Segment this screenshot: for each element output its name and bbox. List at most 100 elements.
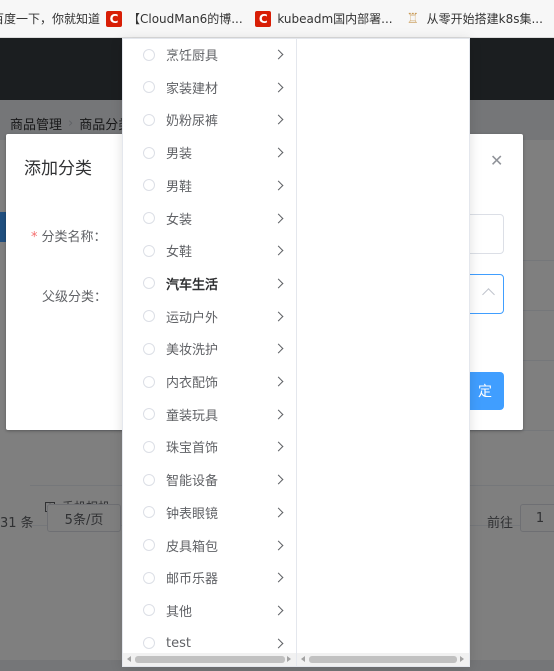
bookmark-baidu[interactable]: 百度一下，你就知道 [0,0,100,37]
chevron-right-icon [273,114,284,125]
cascader-menu-level-2 [297,39,469,666]
radio-icon[interactable] [143,375,155,388]
cascader-option-label: 女装 [166,212,193,228]
chevron-right-icon [273,180,284,191]
cascader-option-label: 女鞋 [166,245,193,261]
cascader-dropdown: 烹饪厨具家装建材奶粉尿裤男装男鞋女装女鞋汽车生活运动户外美妆洗护内衣配饰童装玩具… [122,38,470,667]
required-asterisk: * [31,230,38,245]
radio-icon[interactable] [143,637,155,650]
cascader-option[interactable]: 邮币乐器 [123,561,296,594]
chevron-right-icon [273,343,284,354]
cascader-option[interactable]: 女装 [123,202,296,235]
cascader-option-label: 奶粉尿裤 [166,114,219,130]
chevron-right-icon [273,49,284,60]
scrollbar-thumb[interactable] [309,656,457,663]
chevron-right-icon [273,540,284,550]
chevron-right-icon [273,82,284,93]
cascader-option-label: 珠宝首饰 [166,441,219,457]
scroll-left-icon[interactable] [301,656,305,662]
radio-icon[interactable] [143,440,155,453]
radio-icon[interactable] [143,310,155,323]
cascader-option[interactable]: 男装 [123,136,296,169]
cascader-option[interactable]: 美妆洗护 [123,332,296,365]
dialog-title: 添加分类 [24,159,92,179]
cascader-option-label: test [166,635,191,651]
cascader-option-label: 汽车生活 [166,277,219,293]
radio-icon[interactable] [143,277,155,290]
cascader-option-label: 其他 [166,604,193,620]
cascader-option[interactable]: 珠宝首饰 [123,430,296,463]
cascader-option-label: 智能设备 [166,474,219,490]
radio-icon[interactable] [143,571,155,584]
parent-category-label: 父级分类： [42,290,108,305]
chevron-right-icon [273,507,284,518]
cascader-menu-level-1: 烹饪厨具家装建材奶粉尿裤男装男鞋女装女鞋汽车生活运动户外美妆洗护内衣配饰童装玩具… [123,39,297,666]
cascader-option[interactable]: 智能设备 [123,463,296,496]
radio-icon[interactable] [143,473,155,486]
radio-icon[interactable] [143,48,155,61]
category-name-label: * 分类名称： [31,226,107,245]
radio-icon[interactable] [143,212,155,224]
cascader-option[interactable]: 其他 [123,594,296,627]
bookmark-label: 从零开始搭建k8s集... [426,12,543,26]
bookmark-label: 【CloudMan6的博... [128,12,243,26]
cascader-option[interactable]: 烹饪厨具 [123,39,296,71]
radio-icon[interactable] [143,539,155,551]
radio-icon[interactable] [143,342,155,355]
cascader-option[interactable]: 男鞋 [123,169,296,202]
cascader-option-label: 烹饪厨具 [166,49,219,64]
cascader-option[interactable]: 钟表眼镜 [123,496,296,529]
radio-icon[interactable] [143,244,155,257]
cascader-option[interactable]: 奶粉尿裤 [123,103,296,136]
radio-icon[interactable] [143,113,155,126]
site-logo-icon: ♖ [406,10,419,27]
csdn-icon: C [255,10,272,27]
cascader-option[interactable]: 女鞋 [123,234,296,267]
radio-icon[interactable] [143,506,155,519]
radio-icon[interactable] [143,408,155,421]
bookmark-cloudman[interactable]: C 【CloudMan6的博... [106,0,255,37]
chevron-up-icon [482,288,495,301]
cascader-option-label: 童装玩具 [166,408,219,424]
scroll-right-icon[interactable] [460,656,464,662]
label-text: 分类名称： [41,230,107,245]
cascader-option-label: 钟表眼镜 [166,506,219,522]
radio-icon[interactable] [143,81,155,94]
chevron-right-icon [273,376,284,387]
cascader-option[interactable]: 内衣配饰 [123,365,296,398]
cascader-option[interactable]: 运动户外 [123,300,296,333]
bookmark-k8s[interactable]: ♖ 从零开始搭建k8s集... [405,0,554,37]
cascader-option-label: 皮具箱包 [166,539,219,555]
radio-icon[interactable] [143,146,155,159]
chevron-right-icon [273,474,284,485]
radio-icon[interactable] [143,604,155,617]
cascader-option[interactable]: 童装玩具 [123,398,296,431]
chevron-right-icon [273,605,284,616]
chevron-right-icon [273,441,284,452]
scroll-left-icon[interactable] [127,656,131,662]
chevron-right-icon [273,572,284,583]
bookmark-kubeadm[interactable]: C kubeadm国内部署... [255,0,404,37]
cascader-option-label: 家装建材 [166,81,219,97]
chevron-right-icon [273,638,284,649]
chevron-right-icon [273,245,284,256]
cascader-option-label: 美妆洗护 [166,343,219,359]
cascader-option-label: 男装 [166,147,193,163]
cascader-option-label: 邮币乐器 [166,572,219,588]
cascader-option-label: 男鞋 [166,179,193,195]
cascader-option[interactable]: 皮具箱包 [123,529,296,562]
cascader-option[interactable]: 汽车生活 [123,267,296,300]
scrollbar-thumb[interactable] [135,656,285,663]
cascader-option[interactable]: 家装建材 [123,71,296,104]
close-icon[interactable]: ✕ [490,151,503,170]
radio-icon[interactable] [143,179,155,192]
bookmarks-bar: 百度一下，你就知道 C 【CloudMan6的博... C kubeadm国内部… [0,0,554,38]
bookmark-label: kubeadm国内部署... [277,12,393,26]
cascader-option-label: 内衣配饰 [166,376,219,391]
chevron-right-icon [273,278,284,289]
scroll-right-icon[interactable] [287,656,291,662]
cascader-option-label: 运动户外 [166,310,219,326]
chevron-right-icon [273,147,284,158]
chevron-right-icon [273,409,284,420]
csdn-icon: C [106,10,122,27]
